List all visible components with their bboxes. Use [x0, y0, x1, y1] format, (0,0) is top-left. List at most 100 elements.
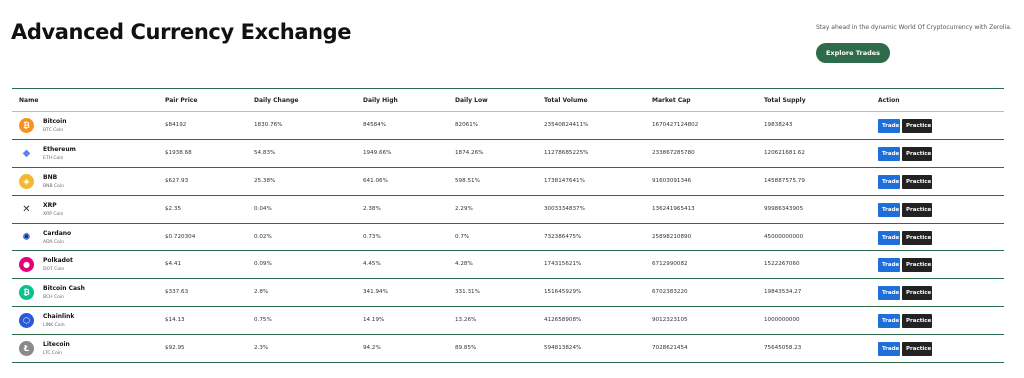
cell-price: $0.720304: [165, 233, 196, 240]
table-row: ₿ Bitcoin Cash BCH Coin $337.63 2.8% 341.94% 3…: [12, 279, 1004, 308]
cell-low: 13.26%: [455, 317, 477, 324]
table-row: Ł Litecoin LTC Coin $92.95 2.3% 94.2% 89.85% 59…: [12, 335, 1004, 364]
table-row: ✺ Cardano ADA Coin $0.720304 0.02% 0.73% 0.7% 7…: [12, 224, 1004, 252]
cell-change: 2.3%: [254, 345, 269, 352]
cell-volume: 3003334837%: [544, 205, 585, 212]
table-row: ₿ Bitcoin BTC Coin $84192 1830.76% 84584% 8206…: [12, 112, 1004, 140]
cell-high: 94.2%: [363, 345, 381, 352]
column-header-pair-price: Pair Price: [165, 97, 198, 104]
cell-low: 331.31%: [455, 289, 480, 296]
column-header-market-cap: Market Cap: [652, 97, 691, 104]
cell-volume: 732386475%: [544, 233, 582, 240]
coin-symbol: LTC Coin: [43, 351, 62, 357]
coin-name: Litecoin: [43, 341, 70, 349]
cell-price: $92.95: [165, 345, 185, 352]
cell-price: $1938.68: [165, 149, 192, 156]
practice-button[interactable]: Practice: [902, 314, 932, 329]
trade-button[interactable]: Trade: [878, 342, 900, 357]
cell-price: $4.41: [165, 261, 182, 268]
coin-name: Bitcoin Cash: [43, 285, 85, 293]
bitcoin-icon: ₿: [19, 118, 34, 133]
table-row: ✕ XRP XRP Coin $2.35 0.04% 2.38% 2.29% 30033348…: [12, 196, 1004, 224]
coin-name: Chainlink: [43, 313, 75, 321]
coin-name: XRP: [43, 201, 57, 209]
cell-high: 14.19%: [363, 317, 385, 324]
trade-button[interactable]: Trade: [878, 314, 900, 329]
trade-button[interactable]: Trade: [878, 174, 900, 189]
cell-change: 25.38%: [254, 177, 276, 184]
coin-symbol: BTC Coin: [43, 128, 64, 133]
coin-symbol: BCH Coin: [43, 295, 64, 301]
cell-change: 2.8%: [254, 289, 269, 296]
cell-volume: 1738147641%: [544, 177, 585, 184]
cell-low: 0.7%: [455, 233, 470, 240]
page-title: Advanced Currency Exchange: [11, 20, 352, 44]
cell-change: 0.09%: [254, 261, 272, 268]
cell-price: $627.93: [165, 177, 189, 184]
cell-high: 1949.66%: [363, 149, 392, 156]
coin-name: Bitcoin: [43, 118, 67, 125]
practice-button[interactable]: Practice: [902, 174, 932, 189]
explore-trades-button[interactable]: Explore Trades: [816, 43, 890, 63]
practice-button[interactable]: Practice: [902, 202, 932, 217]
column-header-daily-high: Daily High: [363, 97, 398, 104]
trade-button[interactable]: Trade: [878, 258, 900, 273]
cell-supply: 145887575.79: [764, 177, 805, 184]
cell-price: $14.13: [165, 317, 185, 324]
column-header-total-supply: Total Supply: [764, 97, 806, 104]
coin-name: Cardano: [43, 229, 72, 237]
cell-price: $2.35: [165, 205, 182, 212]
coin-symbol: LINK Coin: [43, 323, 65, 329]
practice-button[interactable]: Practice: [902, 286, 932, 301]
cell-low: 1874.26%: [455, 149, 484, 156]
cell-high: 641.06%: [363, 177, 388, 184]
column-header-total-volume: Total Volume: [544, 97, 588, 104]
column-header-name: Name: [19, 97, 39, 104]
cell-low: 2.29%: [455, 205, 473, 212]
practice-button[interactable]: Practice: [902, 230, 932, 245]
table-row: ◈ BNB BNB Coin $627.93 25.38% 641.06% 598.51% 1…: [12, 168, 1004, 196]
bnb-icon: ◈: [19, 173, 34, 189]
trade-button[interactable]: Trade: [878, 286, 900, 301]
practice-button[interactable]: Practice: [902, 342, 932, 357]
trade-button[interactable]: Trade: [878, 146, 900, 161]
cell-change: 54.83%: [254, 149, 276, 156]
cell-supply: 19843534.27: [764, 289, 802, 296]
xrp-icon: ✕: [19, 201, 34, 217]
cell-supply: 75645058.23: [764, 345, 802, 352]
trade-button[interactable]: Trade: [878, 230, 900, 245]
trade-button[interactable]: Trade: [878, 202, 900, 217]
cell-volume: 412658908%: [544, 317, 582, 324]
bitcoin-cash-icon: ₿: [19, 285, 34, 301]
ethereum-icon: ◆: [19, 145, 34, 161]
cell-high: 4.45%: [363, 261, 381, 268]
cell-volume: 174315621%: [544, 261, 582, 268]
cell-supply: 45000000000: [764, 233, 804, 240]
cell-volume: 11278685225%: [544, 149, 589, 156]
column-header-daily-low: Daily Low: [455, 97, 488, 104]
practice-button[interactable]: Practice: [902, 258, 932, 273]
coin-name: Ethereum: [43, 145, 76, 153]
cell-volume: 23540824411%: [544, 122, 589, 128]
coin-symbol: BNB Coin: [43, 183, 64, 189]
practice-button[interactable]: Practice: [902, 146, 932, 161]
cell-high: 0.73%: [363, 233, 381, 240]
tagline: Stay ahead in the dynamic World Of Crypt…: [816, 24, 1012, 31]
table-row: ◆ Ethereum ETH Coin $1938.68 54.83% 1949.66% 1…: [12, 140, 1004, 168]
cell-supply: 120621681.62: [764, 149, 805, 156]
chainlink-icon: ⬡: [19, 313, 34, 329]
cell-cap: 7028621454: [652, 345, 688, 352]
trade-button[interactable]: Trade: [878, 119, 900, 133]
table-row: ● Polkadot DOT Coin $4.41 0.09% 4.45% 4.28% 174…: [12, 251, 1004, 280]
cell-low: 4.28%: [455, 261, 473, 268]
table-body: ₿ Bitcoin BTC Coin $84192 1830.76% 84584% 8206…: [12, 112, 1004, 364]
currency-table: Name Pair Price Daily Change Daily High …: [12, 88, 1004, 364]
cell-cap: 6702383220: [652, 289, 688, 296]
cell-cap: 1670427124802: [652, 122, 699, 128]
cell-cap: 233867285780: [652, 149, 695, 156]
practice-button[interactable]: Practice: [902, 119, 932, 133]
cell-change: 0.75%: [254, 317, 272, 324]
cell-supply: 1000000000: [764, 317, 800, 324]
cell-high: 341.94%: [363, 289, 388, 296]
litecoin-icon: Ł: [19, 341, 34, 357]
